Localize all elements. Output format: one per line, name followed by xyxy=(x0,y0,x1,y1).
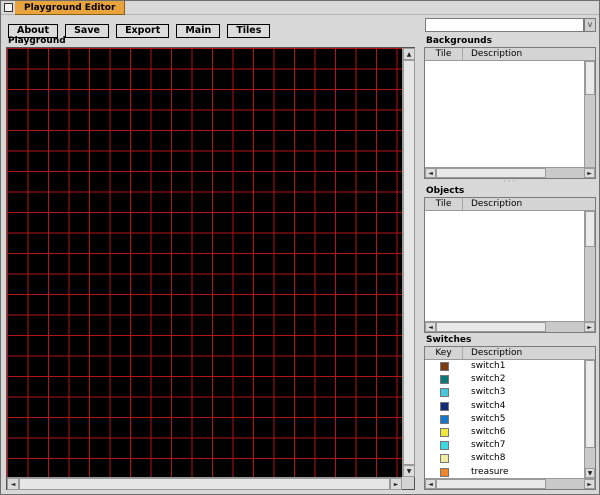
switch-color-swatch xyxy=(439,362,449,372)
playground-canvas[interactable] xyxy=(7,48,402,477)
switch-color-swatch xyxy=(439,454,449,464)
backgrounds-list[interactable] xyxy=(425,61,584,167)
switch-row[interactable]: treasure xyxy=(425,466,584,479)
objects-panel: Objects Tile Description ◄ ► xyxy=(424,186,596,333)
scroll-right-icon[interactable]: ► xyxy=(584,479,595,489)
scroll-right-icon[interactable]: ► xyxy=(390,478,402,490)
window-title[interactable]: Playground Editor xyxy=(15,1,126,15)
switch-row[interactable]: switch1 xyxy=(425,360,584,373)
switch-description: switch7 xyxy=(471,440,506,451)
playground-hscrollbar[interactable]: ◄ ► xyxy=(7,477,402,490)
switch-description: switch1 xyxy=(471,361,506,372)
switch-description: switch3 xyxy=(471,387,506,398)
backgrounds-hscroll-thumb[interactable] xyxy=(436,168,546,178)
switches-vscroll-thumb[interactable] xyxy=(585,360,595,448)
switch-row[interactable]: switch8 xyxy=(425,452,584,465)
column-header-description[interactable]: Description xyxy=(463,48,595,61)
tile-selector-combo: v xyxy=(425,18,596,32)
column-header-description[interactable]: Description xyxy=(463,347,595,360)
backgrounds-vscroll-thumb[interactable] xyxy=(585,61,595,95)
switch-description: treasure xyxy=(471,466,509,477)
column-header-key[interactable]: Key xyxy=(425,346,463,360)
playground-body: ▲ ▼ ◄ ► xyxy=(6,47,415,490)
switch-row[interactable]: switch4 xyxy=(425,400,584,413)
switch-color-swatch xyxy=(439,428,449,438)
switch-color-swatch xyxy=(439,441,449,451)
objects-vscroll-thumb[interactable] xyxy=(585,211,595,247)
switch-row[interactable]: switch7 xyxy=(425,439,584,452)
toolbar: About Save Export Main Tiles xyxy=(8,18,272,38)
scroll-left-icon[interactable]: ◄ xyxy=(425,322,436,332)
chevron-down-icon[interactable]: v xyxy=(584,18,596,32)
objects-label: Objects xyxy=(426,186,465,196)
switch-row[interactable]: switch6 xyxy=(425,426,584,439)
backgrounds-vscrollbar[interactable] xyxy=(584,61,595,167)
backgrounds-panel: Backgrounds Tile Description ◄ ► xyxy=(424,36,596,179)
panel-splitter[interactable]: ··· xyxy=(424,178,596,186)
switches-list-header: Key Description xyxy=(425,346,595,360)
scroll-left-icon[interactable]: ◄ xyxy=(425,168,436,178)
switch-description: switch4 xyxy=(471,400,506,411)
scroll-left-icon[interactable]: ◄ xyxy=(7,478,19,490)
column-header-description[interactable]: Description xyxy=(463,198,595,211)
switch-color-swatch xyxy=(439,401,449,411)
switch-row[interactable]: switch3 xyxy=(425,386,584,399)
switch-description: switch8 xyxy=(471,453,506,464)
switch-description: switch5 xyxy=(471,413,506,424)
backgrounds-listbox: Tile Description ◄ ► xyxy=(424,47,596,179)
switches-hscrollbar[interactable]: ◄ ► xyxy=(425,478,595,489)
objects-hscrollbar[interactable]: ◄ ► xyxy=(425,321,595,332)
switch-row[interactable]: switch5 xyxy=(425,413,584,426)
objects-list[interactable] xyxy=(425,211,584,321)
scrollbar-corner xyxy=(402,477,414,489)
playground-vscroll-thumb[interactable] xyxy=(403,60,415,465)
playground-panel: Playground ▲ ▼ ◄ ► xyxy=(6,36,415,490)
scroll-up-icon[interactable]: ▲ xyxy=(403,48,415,60)
switch-color-swatch xyxy=(439,375,449,385)
scroll-down-icon[interactable]: ▼ xyxy=(403,465,415,477)
switches-listbox: Key Description switch1 switch2 switch3 … xyxy=(424,346,596,490)
scroll-down-icon[interactable]: ▼ xyxy=(585,468,595,478)
backgrounds-list-header: Tile Description xyxy=(425,47,595,61)
objects-hscroll-thumb[interactable] xyxy=(436,322,546,332)
titlebar[interactable]: Playground Editor xyxy=(1,1,599,15)
scroll-right-icon[interactable]: ► xyxy=(584,322,595,332)
switch-color-swatch xyxy=(439,414,449,424)
tile-selector-value[interactable] xyxy=(425,18,584,32)
switch-row[interactable]: switch2 xyxy=(425,373,584,386)
column-header-tile[interactable]: Tile xyxy=(425,47,463,61)
switches-vscrollbar[interactable]: ▼ xyxy=(584,360,595,478)
switches-label: Switches xyxy=(426,335,472,345)
switch-description: switch2 xyxy=(471,374,506,385)
playground-label: Playground xyxy=(8,36,66,46)
scroll-left-icon[interactable]: ◄ xyxy=(425,479,436,489)
switches-hscroll-thumb[interactable] xyxy=(436,479,546,489)
switches-list[interactable]: switch1 switch2 switch3 switch4 switch5 … xyxy=(425,360,584,478)
backgrounds-label: Backgrounds xyxy=(426,36,492,46)
switch-description: switch6 xyxy=(471,427,506,438)
column-header-tile[interactable]: Tile xyxy=(425,197,463,211)
objects-list-header: Tile Description xyxy=(425,197,595,211)
switches-panel: Switches Key Description switch1 switch2 xyxy=(424,335,596,490)
scroll-right-icon[interactable]: ► xyxy=(584,168,595,178)
objects-vscrollbar[interactable] xyxy=(584,211,595,321)
switch-color-swatch xyxy=(439,467,449,477)
close-button[interactable] xyxy=(4,3,13,12)
playground-vscrollbar[interactable]: ▲ ▼ xyxy=(402,48,415,477)
switch-color-swatch xyxy=(439,388,449,398)
objects-listbox: Tile Description ◄ ► xyxy=(424,197,596,333)
playground-hscroll-thumb[interactable] xyxy=(19,478,390,490)
playground-editor-window: Playground Editor About Save Export Main… xyxy=(0,0,600,495)
